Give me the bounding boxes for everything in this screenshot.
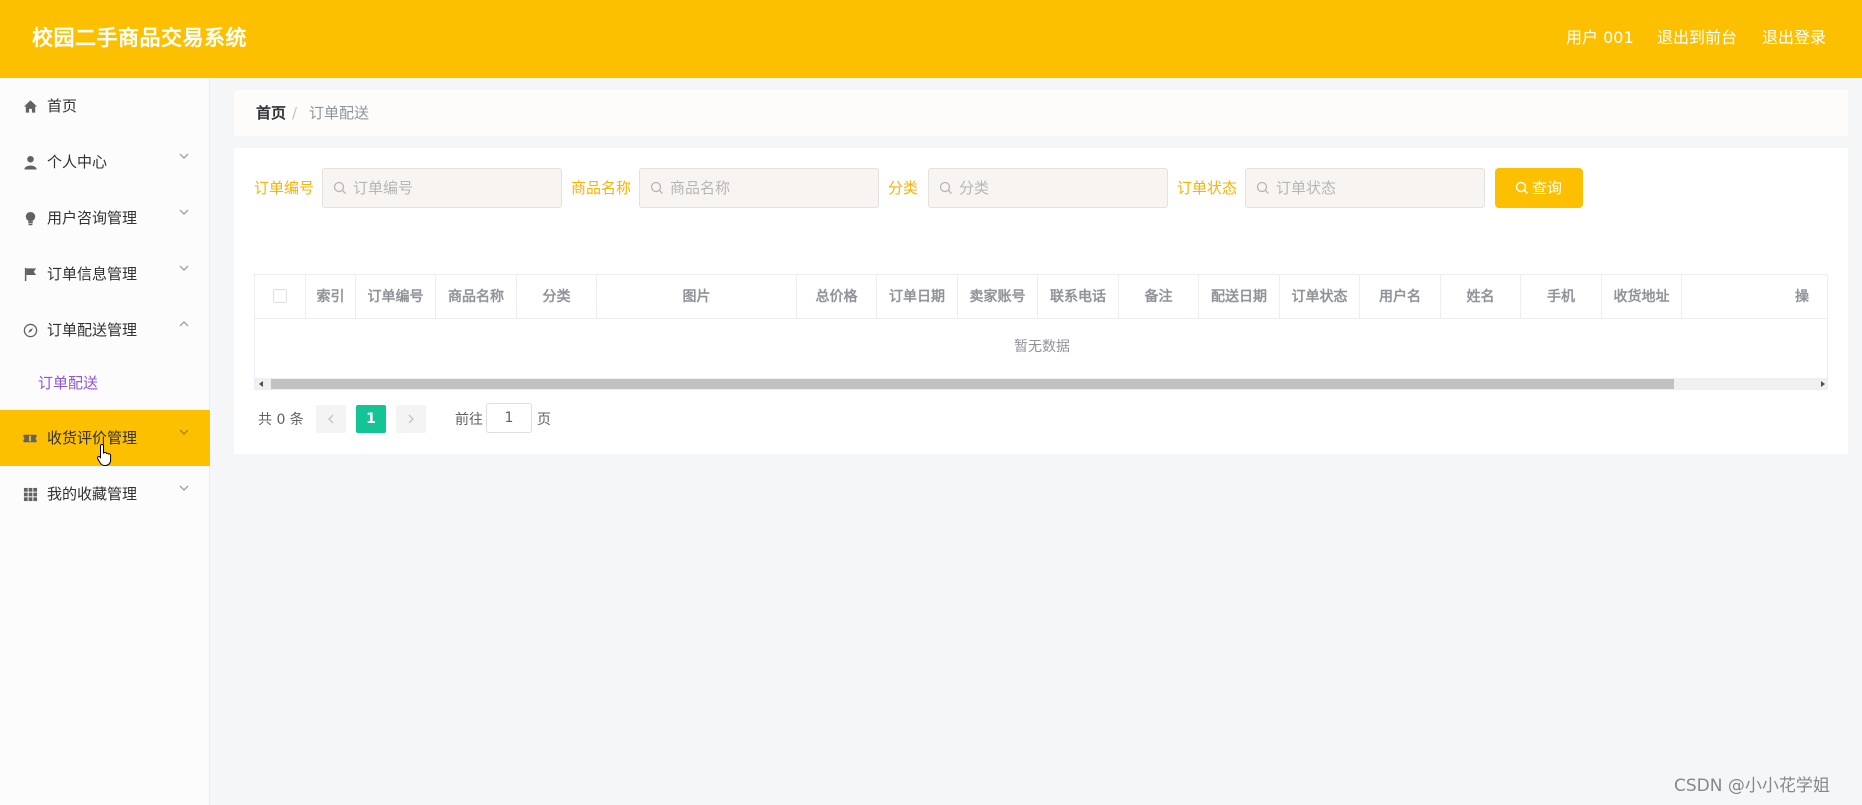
search-icon — [650, 181, 663, 194]
select-all-checkbox[interactable] — [273, 289, 287, 303]
filter-label-order-no: 订单编号 — [254, 179, 315, 197]
product-name-field[interactable] — [639, 168, 879, 208]
sidebar-item-label: 订单配送管理 — [47, 321, 138, 339]
sidebar-item-label: 首页 — [47, 97, 78, 115]
column-header: 配送日期 — [1199, 275, 1280, 319]
chevron-up-icon — [179, 321, 189, 327]
column-header: 分类 — [517, 275, 597, 319]
sidebar-item-user-consult[interactable]: 用户咨询管理 — [0, 190, 210, 246]
scroll-left-icon[interactable] — [259, 381, 263, 387]
column-header: 操 — [1795, 289, 1809, 305]
search-icon — [939, 181, 952, 194]
search-icon — [333, 181, 346, 194]
logout-link[interactable]: 退出登录 — [1762, 27, 1826, 49]
breadcrumb: 首页 / 订单配送 — [234, 90, 1848, 136]
filter-label-product-name: 商品名称 — [571, 179, 632, 197]
column-header: 订单编号 — [356, 275, 436, 319]
chevron-right-icon — [408, 414, 414, 424]
filter-label-order-status: 订单状态 — [1177, 179, 1238, 197]
column-header: 备注 — [1119, 275, 1199, 319]
sidebar-item-my-favorites[interactable]: 我的收藏管理 — [0, 466, 210, 522]
home-icon — [22, 98, 38, 114]
breadcrumb-home[interactable]: 首页 — [256, 103, 286, 123]
query-button[interactable]: 查询 — [1495, 168, 1583, 208]
sidebar-item-home[interactable]: 首页 — [0, 78, 210, 134]
sidebar-item-order-info[interactable]: 订单信息管理 — [0, 246, 210, 302]
order-status-field[interactable] — [1245, 168, 1485, 208]
column-header: 图片 — [597, 275, 797, 319]
scroll-right-icon[interactable] — [1821, 381, 1825, 387]
column-header: 索引 — [306, 275, 356, 319]
user-icon — [22, 154, 38, 170]
prev-page-button[interactable] — [316, 405, 346, 433]
pagination-total: 共 0 条 — [258, 412, 304, 428]
search-icon — [1515, 181, 1528, 194]
flag-icon — [22, 266, 38, 282]
goto-page-input[interactable] — [486, 403, 532, 433]
exit-to-frontend-link[interactable]: 退出到前台 — [1657, 27, 1737, 49]
chevron-down-icon — [179, 485, 189, 491]
user-name-link[interactable]: 用户 001 — [1566, 27, 1634, 49]
sidebar-item-personal-center[interactable]: 个人中心 — [0, 134, 210, 190]
select-all-cell — [255, 275, 306, 319]
sidebar-item-label: 用户咨询管理 — [47, 209, 138, 227]
sidebar-item-label: 订单信息管理 — [47, 265, 138, 283]
main-panel: 订单编号 商品名称 分类 订单状态 查询 索引 订单编号 商品名称 分类 图片 — [234, 148, 1848, 454]
filter-label-category: 分类 — [888, 179, 919, 197]
scrollbar-thumb[interactable] — [271, 379, 1674, 389]
column-header: 收货地址 — [1602, 275, 1682, 319]
sidebar-item-label: 个人中心 — [47, 153, 108, 171]
sidebar-subitem-order-delivery[interactable]: 订单配送 — [0, 358, 210, 408]
lightbulb-icon — [22, 210, 38, 226]
column-header: 姓名 — [1441, 275, 1521, 319]
column-header: 总价格 — [797, 275, 877, 319]
sidebar-item-label: 我的收藏管理 — [47, 485, 138, 503]
chevron-down-icon — [179, 209, 189, 215]
order-no-input[interactable] — [353, 177, 553, 199]
empty-table-text: 暂无数据 — [1014, 339, 1070, 355]
page-suffix: 页 — [537, 412, 551, 428]
category-input[interactable] — [959, 177, 1159, 199]
column-header: 用户名 — [1360, 275, 1441, 319]
sidebar-item-order-delivery[interactable]: 订单配送管理 — [0, 302, 210, 358]
chevron-down-icon — [179, 265, 189, 271]
app-title: 校园二手商品交易系统 — [32, 26, 247, 50]
column-header: 卖家账号 — [958, 275, 1038, 319]
page-number-current[interactable]: 1 — [356, 405, 386, 433]
breadcrumb-separator: / — [292, 104, 298, 122]
column-header: 联系电话 — [1038, 275, 1119, 319]
order-no-field[interactable] — [322, 168, 562, 208]
order-delivery-table: 索引 订单编号 商品名称 分类 图片 总价格 订单日期 卖家账号 联系电话 备注… — [254, 274, 1828, 390]
query-button-label: 查询 — [1532, 179, 1563, 197]
chevron-down-icon — [179, 153, 189, 159]
sidebar-subitem-label: 订单配送 — [38, 374, 99, 392]
next-page-button[interactable] — [396, 405, 426, 433]
product-name-input[interactable] — [670, 177, 870, 199]
column-header: 订单状态 — [1280, 275, 1360, 319]
goto-label: 前往 — [455, 412, 483, 428]
column-header: 商品名称 — [436, 275, 517, 319]
column-header: 手机 — [1521, 275, 1602, 319]
chevron-down-icon — [179, 429, 189, 435]
horizontal-scrollbar[interactable] — [255, 378, 1827, 389]
compass-icon — [22, 322, 38, 338]
top-header: 校园二手商品交易系统 用户 001 退出到前台 退出登录 — [0, 0, 1862, 78]
watermark: CSDN @小小花学姐 — [1674, 776, 1830, 796]
breadcrumb-current: 订单配送 — [309, 104, 370, 122]
category-field[interactable] — [928, 168, 1168, 208]
table-header: 索引 订单编号 商品名称 分类 图片 总价格 订单日期 卖家账号 联系电话 备注… — [255, 275, 1827, 319]
chevron-left-icon — [328, 414, 334, 424]
ticket-icon — [22, 430, 38, 446]
sidebar: 首页 个人中心 用户咨询管理 订单信息管理 订单配送管理 订单配送 收货评价管理… — [0, 78, 210, 805]
order-status-input[interactable] — [1276, 177, 1476, 199]
sidebar-item-label: 收货评价管理 — [47, 429, 138, 447]
search-icon — [1256, 181, 1269, 194]
hand-cursor-icon — [96, 443, 112, 466]
column-header: 订单日期 — [877, 275, 958, 319]
grid-icon — [22, 486, 38, 502]
